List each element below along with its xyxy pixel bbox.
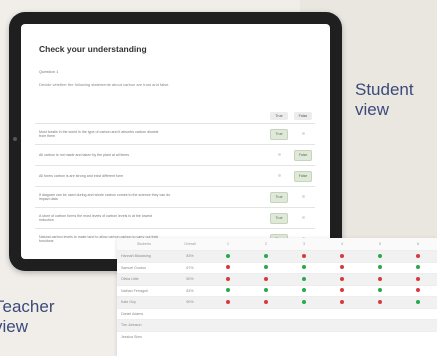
student-score: 50% bbox=[171, 296, 209, 308]
tablet-device: Check your understanding Question 1 Deci… bbox=[9, 12, 342, 271]
quiz-row: All forms carbon is are strong and exist… bbox=[35, 165, 315, 187]
wrong-mark-icon bbox=[340, 276, 344, 281]
wrong-mark-icon bbox=[378, 276, 382, 281]
student-name: Jessica Sims bbox=[117, 330, 171, 342]
quiz-row: All carbon is not made and taken by the … bbox=[35, 144, 315, 166]
wrong-mark-icon bbox=[340, 288, 344, 293]
teacher-view-label: Teacher view bbox=[0, 297, 55, 336]
answer-false-selected[interactable]: False bbox=[294, 170, 312, 182]
student-score: 67% bbox=[171, 261, 209, 274]
correct-mark-icon bbox=[264, 288, 268, 293]
wrong-mark-icon bbox=[416, 253, 420, 258]
correct-mark-icon bbox=[302, 276, 306, 281]
student-row[interactable]: Kate Guy 50% bbox=[117, 296, 437, 308]
results-table: Students Overall 1 2 3 4 5 6 Hannah Blackwing 83… bbox=[117, 238, 437, 342]
answer-true-option[interactable] bbox=[277, 153, 281, 156]
student-score bbox=[171, 307, 209, 320]
wrong-mark-icon bbox=[264, 276, 268, 281]
statement-text: A store of carbon forms the most levels … bbox=[35, 207, 267, 229]
quiz-row: Most fossils in the world is the type of… bbox=[35, 123, 315, 145]
student-score: 50% bbox=[171, 273, 209, 285]
question-label: Question 1 bbox=[39, 69, 59, 74]
correct-mark-icon bbox=[302, 288, 306, 293]
student-name: Samuel Gordon bbox=[117, 261, 171, 274]
results-header: 4 bbox=[323, 238, 361, 251]
wrong-mark-icon bbox=[226, 265, 230, 270]
answer-true-option[interactable] bbox=[277, 174, 281, 177]
wrong-mark-icon bbox=[416, 288, 420, 293]
statement-text: If diagram can be used during and whole … bbox=[35, 186, 267, 208]
quiz-row: A store of carbon forms the most levels … bbox=[35, 207, 315, 229]
student-row[interactable]: Nathan Ferraguti 83% bbox=[117, 284, 437, 297]
student-screen: Check your understanding Question 1 Deci… bbox=[21, 24, 330, 259]
student-score: 83% bbox=[171, 250, 209, 262]
correct-mark-icon bbox=[416, 265, 420, 270]
teacher-results-panel: Students Overall 1 2 3 4 5 6 Hannah Blackwing 83… bbox=[117, 238, 437, 356]
student-name: Nathan Ferraguti bbox=[117, 284, 171, 297]
column-false: False bbox=[291, 109, 315, 124]
student-row[interactable]: Tim Johnson bbox=[117, 319, 437, 331]
results-header: Overall bbox=[171, 238, 209, 251]
student-score bbox=[171, 319, 209, 331]
answer-false-option[interactable] bbox=[301, 132, 305, 135]
student-row[interactable]: Olivia Little 50% bbox=[117, 273, 437, 285]
student-name: Hannah Blackwing bbox=[117, 250, 171, 262]
quiz-row: If diagram can be used during and whole … bbox=[35, 186, 315, 208]
results-header: 3 bbox=[285, 238, 323, 251]
student-name: Tim Johnson bbox=[117, 319, 171, 331]
wrong-mark-icon bbox=[226, 276, 230, 281]
correct-mark-icon bbox=[226, 253, 230, 258]
column-true: True bbox=[267, 109, 291, 124]
student-row[interactable]: Jessica Sims bbox=[117, 330, 437, 342]
quiz-table: True False Most fossils in the world is … bbox=[35, 109, 315, 249]
quiz-title: Check your understanding bbox=[39, 44, 147, 54]
student-view-label: Student view bbox=[355, 80, 414, 119]
correct-mark-icon bbox=[378, 288, 382, 293]
wrong-mark-icon bbox=[340, 265, 344, 270]
student-name: Daniel Adams bbox=[117, 307, 171, 320]
student-name: Kate Guy bbox=[117, 296, 171, 308]
student-row[interactable]: Hannah Blackwing 83% bbox=[117, 250, 437, 262]
statement-text: Most fossils in the world is the type of… bbox=[35, 123, 267, 145]
results-header: 2 bbox=[247, 238, 285, 251]
student-row[interactable]: Samuel Gordon 67% bbox=[117, 261, 437, 274]
results-header: 5 bbox=[361, 238, 399, 251]
correct-mark-icon bbox=[302, 265, 306, 270]
student-name: Olivia Little bbox=[117, 273, 171, 285]
answer-true-selected[interactable]: True bbox=[270, 212, 288, 224]
correct-mark-icon bbox=[378, 253, 382, 258]
student-score: 83% bbox=[171, 284, 209, 297]
correct-mark-icon bbox=[378, 265, 382, 270]
answer-true-selected[interactable]: True bbox=[270, 191, 288, 203]
wrong-mark-icon bbox=[226, 299, 230, 304]
correct-mark-icon bbox=[302, 299, 306, 304]
wrong-mark-icon bbox=[302, 253, 306, 258]
correct-mark-icon bbox=[226, 288, 230, 293]
wrong-mark-icon bbox=[264, 299, 268, 304]
answer-false-option[interactable] bbox=[301, 216, 305, 219]
correct-mark-icon bbox=[264, 265, 268, 270]
wrong-mark-icon bbox=[378, 299, 382, 304]
correct-mark-icon bbox=[416, 299, 420, 304]
results-header: Students bbox=[117, 238, 171, 251]
camera-dot bbox=[13, 137, 17, 141]
question-instruction: Decide whether the following statements … bbox=[39, 82, 170, 87]
statement-text: All forms carbon is are strong and exist… bbox=[35, 165, 267, 187]
wrong-mark-icon bbox=[416, 276, 420, 281]
answer-false-option[interactable] bbox=[301, 195, 305, 198]
answer-false-selected[interactable]: False bbox=[294, 149, 312, 161]
answer-true-selected[interactable]: True bbox=[270, 128, 288, 140]
student-row[interactable]: Daniel Adams bbox=[117, 307, 437, 320]
student-score bbox=[171, 330, 209, 342]
results-header: 6 bbox=[399, 238, 437, 251]
wrong-mark-icon bbox=[340, 299, 344, 304]
correct-mark-icon bbox=[264, 253, 268, 258]
results-header: 1 bbox=[209, 238, 247, 251]
statement-text: All carbon is not made and taken by the … bbox=[35, 144, 267, 166]
wrong-mark-icon bbox=[340, 253, 344, 258]
